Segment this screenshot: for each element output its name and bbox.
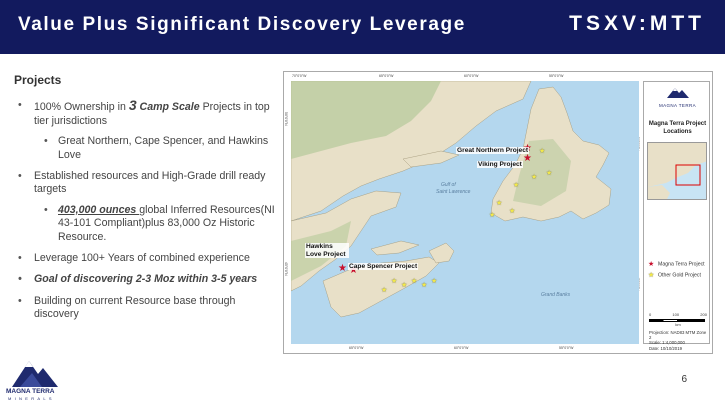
gold-star-icon: ★ <box>431 278 438 285</box>
gold-star-icon: ★ <box>381 287 388 294</box>
project-map: 70°0'0"W 65°0'0"W 60°0'0"W 55°0'0"W 65°0… <box>283 71 713 354</box>
bullet-ownership: 100% Ownership in 3 Camp Scale Projects … <box>14 97 276 128</box>
slide-title: Value Plus Significant Discovery Leverag… <box>18 14 466 35</box>
gold-star-icon: ★ <box>546 170 553 177</box>
label-cape-spencer: Cape Spencer Project <box>348 263 419 270</box>
map-graphic: Gulf of Saint Lawrence Grand Banks <box>291 81 639 344</box>
header-bar: Value Plus Significant Discovery Leverag… <box>0 0 725 54</box>
bullet-project-names: Great Northern, Cape Spencer, and Hawkin… <box>14 135 276 162</box>
map-metadata: Projection: NAD83 MTM Zone 2 Scale: 1:4,… <box>649 330 707 351</box>
section-title: Projects <box>14 73 62 87</box>
yellow-star-icon: ★ <box>648 272 655 279</box>
logo-name: MAGNA TERRA <box>6 388 55 395</box>
gold-star-icon: ★ <box>496 200 503 207</box>
coord-top-2: 65°0'0"W <box>379 74 394 78</box>
coord-bottom-2: 60°0'0"W <box>454 346 469 350</box>
label-viking: Viking Project <box>477 161 523 168</box>
coord-top-3: 60°0'0"W <box>464 74 479 78</box>
gold-star-icon: ★ <box>421 282 428 289</box>
logo-subtitle: MINERALS <box>8 396 55 401</box>
legend-row-gold: ★ Other Gold Project <box>648 272 701 279</box>
emphasis-number: 3 <box>128 97 137 114</box>
map-canvas[interactable]: Gulf of Saint Lawrence Grand Banks ★ ★ ★… <box>291 81 639 344</box>
mountain-logo-icon <box>12 361 58 387</box>
bullet-goal: Goal of discovering 2-3 Moz within 3-5 y… <box>14 273 276 287</box>
bullet-experience: Leverage 100+ Years of combined experien… <box>14 252 276 266</box>
legend-title: Magna Terra Project Locations <box>648 121 707 135</box>
coord-bottom-1: 65°0'0"W <box>349 346 364 350</box>
map-legend: MAGNA TERRA Magna Terra Project Location… <box>643 81 711 351</box>
hawkins-love-star-icon[interactable]: ★ <box>338 263 347 274</box>
coord-left-2: 45°0'0"N <box>284 262 288 276</box>
coord-left-1: 50°0'0"N <box>284 112 288 126</box>
gold-star-icon: ★ <box>489 212 496 219</box>
bullet-resources: Established resources and High-Grade dri… <box>14 170 276 197</box>
gold-star-icon: ★ <box>531 174 538 181</box>
ticker-symbol: TSXV:MTT <box>569 12 705 35</box>
gold-star-icon: ★ <box>411 278 418 285</box>
label-hawkins-love: Hawkins Love Project <box>305 243 349 258</box>
svg-text:Grand Banks: Grand Banks <box>541 292 571 298</box>
gold-star-icon: ★ <box>539 148 546 155</box>
inset-map <box>647 142 707 200</box>
bullet-ounces: 403,000 ounces global Inferred Resources… <box>14 204 276 244</box>
bullet-discovery: Building on current Resource base throug… <box>14 295 276 322</box>
legend-row-project: ★ Magna Terra Project <box>648 261 705 268</box>
label-great-northern: Great Northern Project <box>456 147 530 154</box>
gold-star-icon: ★ <box>391 278 398 285</box>
inset-graphic <box>648 143 706 199</box>
mountain-logo-icon <box>666 88 689 98</box>
legend-logo: MAGNA TERRA <box>644 85 711 108</box>
page-number: 6 <box>681 374 687 385</box>
coord-bottom-3: 55°0'0"W <box>559 346 574 350</box>
projects-content: Projects 100% Ownership in 3 Camp Scale … <box>14 73 276 330</box>
bullet-list: 100% Ownership in 3 Camp Scale Projects … <box>14 97 276 322</box>
coord-top-4: 55°0'0"W <box>549 74 564 78</box>
gold-star-icon: ★ <box>509 208 516 215</box>
svg-text:Gulf of: Gulf of <box>441 182 456 188</box>
gold-star-icon: ★ <box>513 182 520 189</box>
viking-star-icon[interactable]: ★ <box>523 153 532 164</box>
coord-top-1: 70°0'0"W <box>292 74 307 78</box>
gold-star-icon: ★ <box>401 282 408 289</box>
red-star-icon: ★ <box>648 261 655 268</box>
scale-bar: 0 100 200 km <box>649 312 707 327</box>
svg-text:Saint Lawrence: Saint Lawrence <box>436 189 471 195</box>
